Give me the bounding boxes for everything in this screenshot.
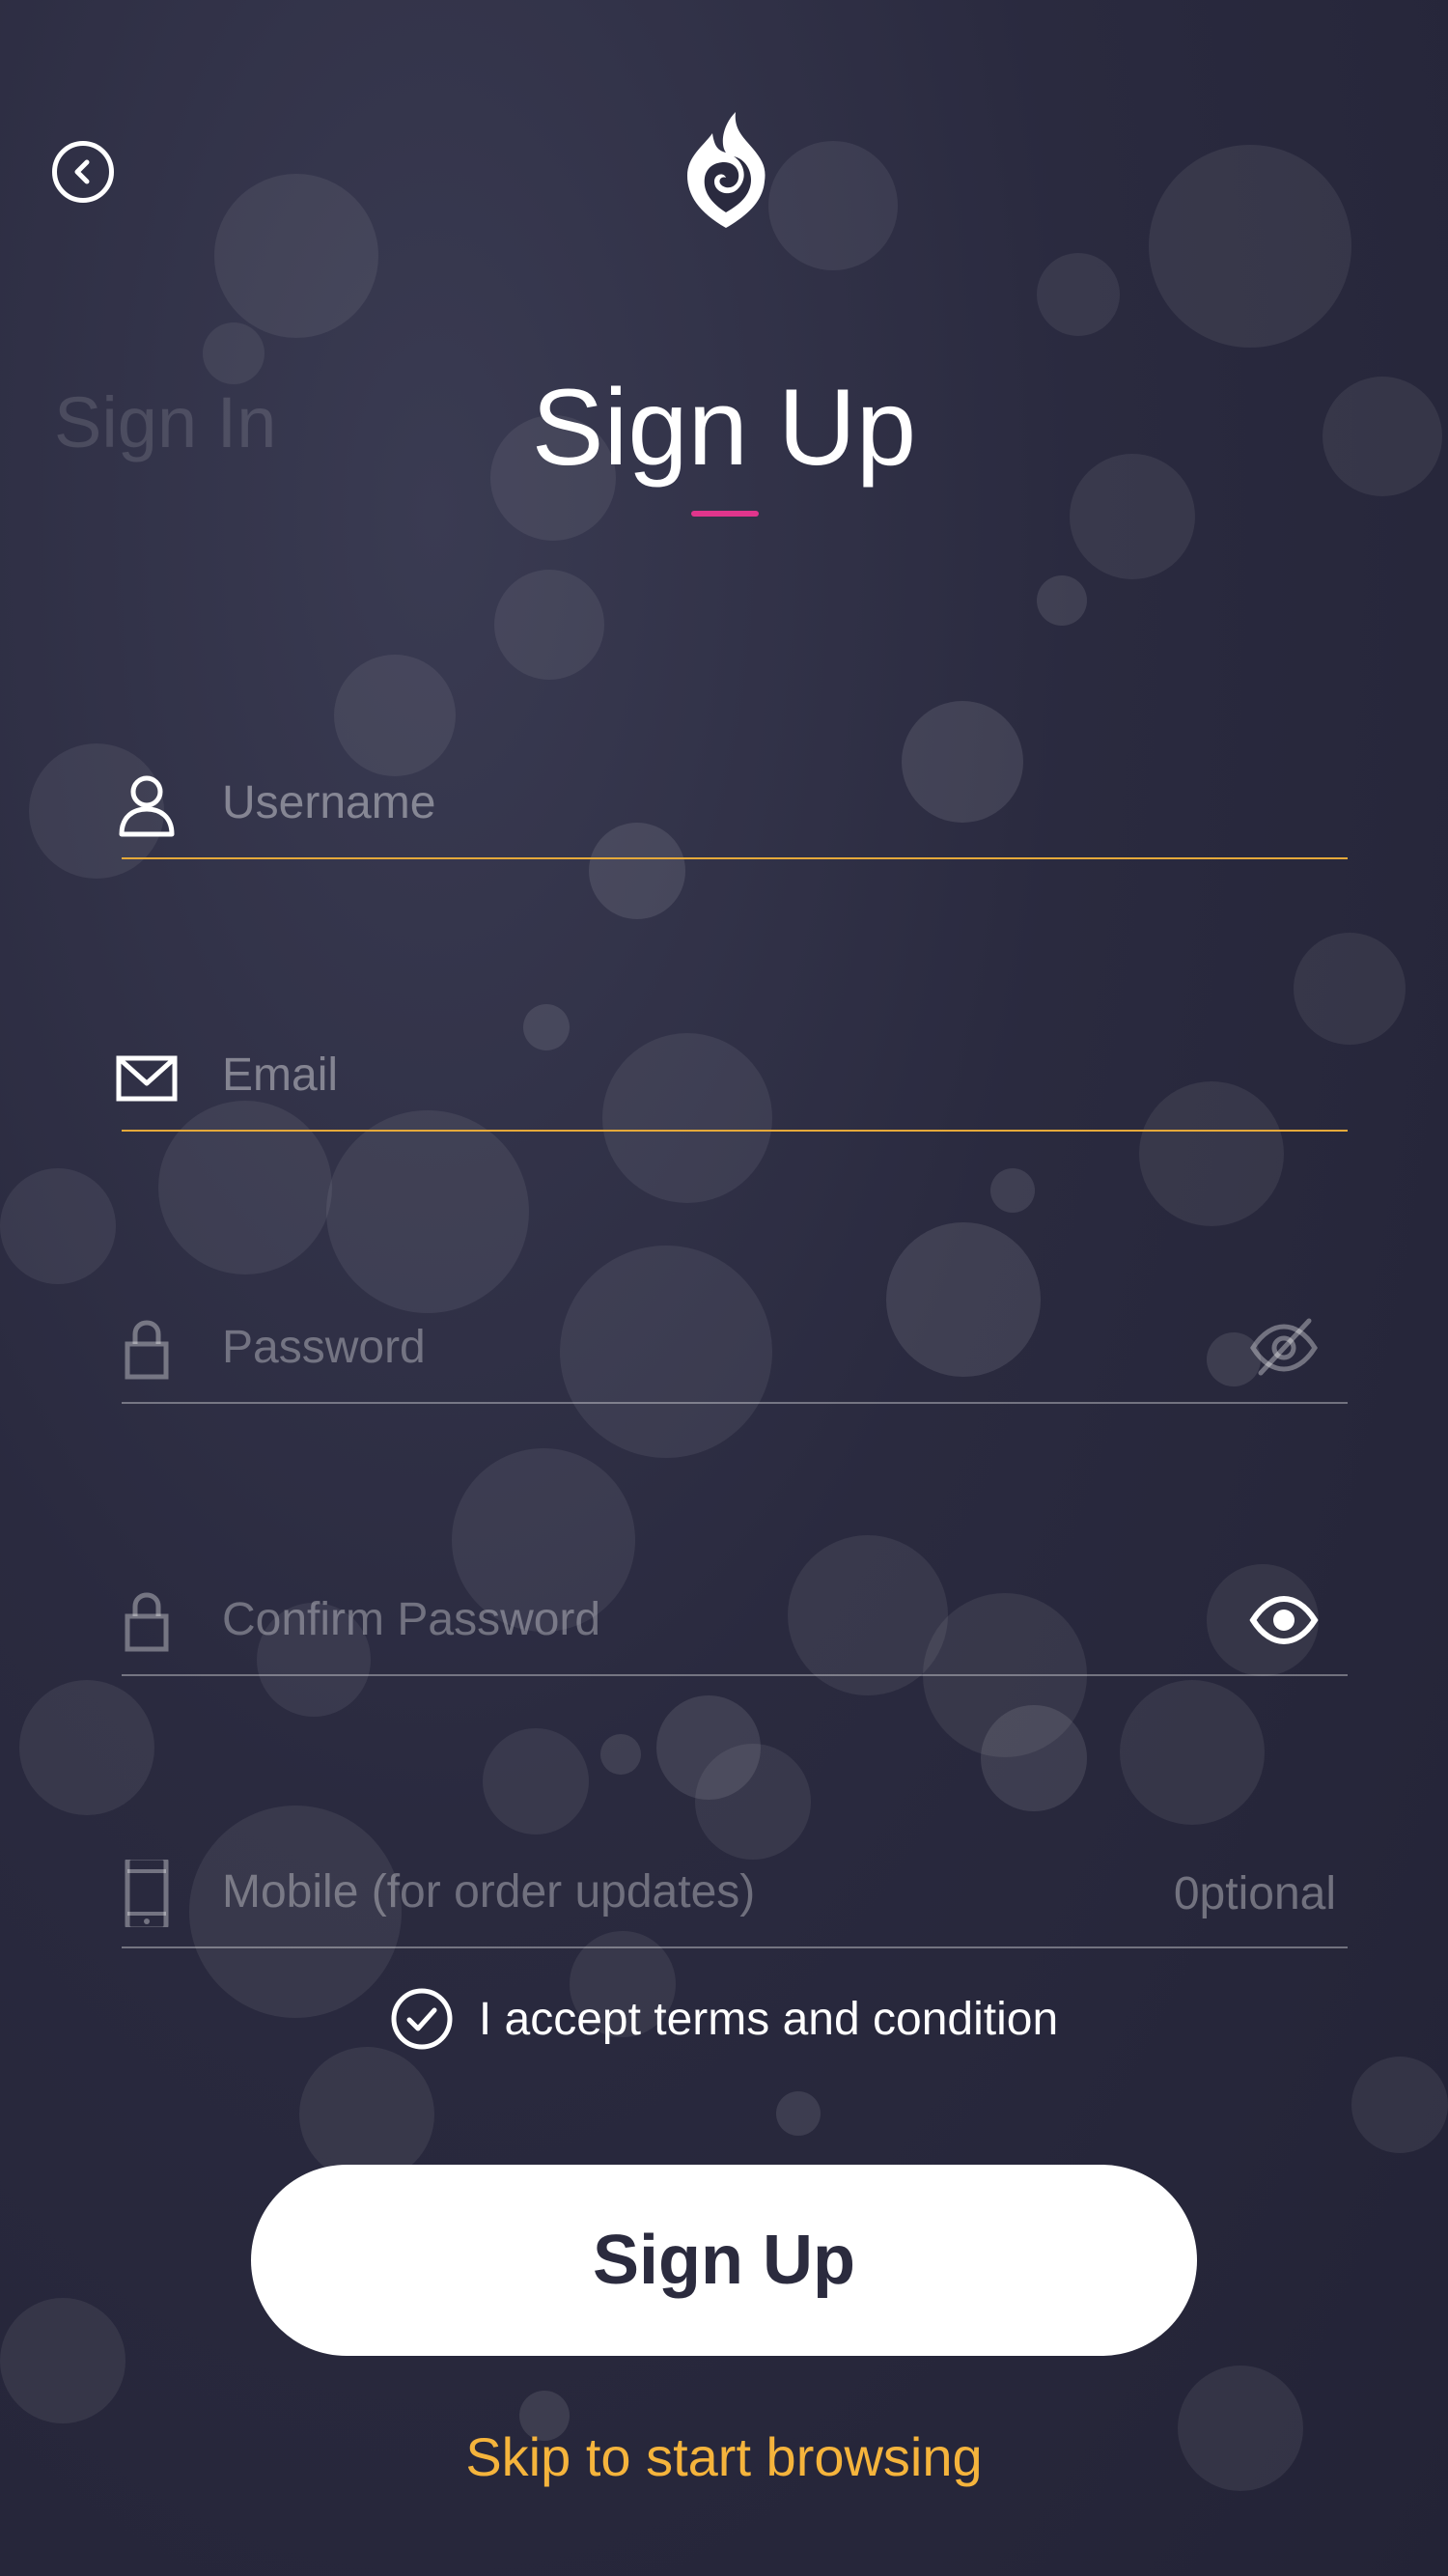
eye-icon[interactable] [1247, 1585, 1321, 1653]
chevron-left-icon [74, 159, 90, 184]
lock-icon [125, 1320, 169, 1380]
password-input[interactable] [220, 1305, 1189, 1388]
mobile-field: 0ptional [122, 1833, 1348, 1948]
signup-screen: Sign In Sign Up Username Email Mobile (f… [0, 0, 1448, 2576]
username-input[interactable] [220, 761, 1189, 844]
confirm-password-input[interactable] [220, 1578, 1189, 1661]
terms-label: I accept terms and condition [478, 1993, 1059, 2045]
mobile-input[interactable] [220, 1850, 1189, 1933]
active-tab-indicator [691, 511, 759, 517]
user-icon [119, 775, 175, 837]
page-title-sign-up: Sign Up [531, 367, 917, 488]
skip-browsing-link[interactable]: Skip to start browsing [0, 2425, 1448, 2488]
phone-icon [125, 1860, 169, 1927]
email-field [116, 1016, 1348, 1132]
lock-icon [125, 1592, 169, 1652]
password-field [122, 1288, 1348, 1404]
optional-hint: 0ptional [1173, 1868, 1336, 1919]
sign-up-button[interactable]: Sign Up [251, 2165, 1197, 2356]
email-input[interactable] [220, 1033, 1189, 1116]
back-button[interactable] [52, 141, 114, 203]
envelope-icon [116, 1055, 178, 1102]
check-circle-icon [391, 1988, 453, 2050]
terms-checkbox[interactable]: I accept terms and condition [0, 1985, 1448, 2053]
confirm-password-field [122, 1560, 1348, 1676]
username-field [119, 743, 1348, 859]
eye-off-icon[interactable] [1247, 1313, 1321, 1381]
flame-logo-icon [687, 112, 766, 228]
